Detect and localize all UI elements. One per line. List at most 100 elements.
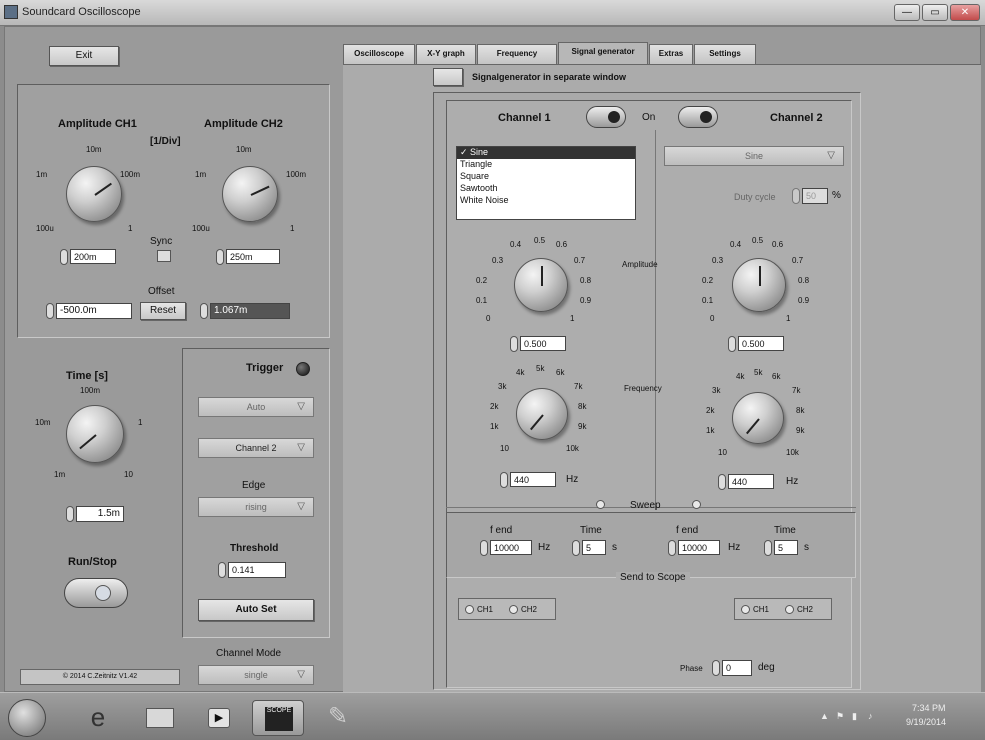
threshold-label: Threshold	[230, 543, 279, 554]
tray-arrow-icon[interactable]: ▲	[820, 711, 829, 721]
channel1-on-toggle[interactable]	[586, 106, 626, 128]
separate-window-button[interactable]	[433, 68, 463, 86]
threshold-input[interactable]: 0.141	[228, 562, 286, 578]
ch2-fend-input[interactable]: 10000	[678, 540, 720, 555]
ch2-time-spinner[interactable]	[764, 540, 772, 556]
internet-explorer-icon[interactable]: e	[72, 700, 124, 736]
time-knob[interactable]	[66, 405, 124, 463]
minimize-button[interactable]: —	[894, 4, 920, 21]
paint-icon[interactable]: ✎	[312, 700, 364, 736]
amp2-scale-0.8: 0.8	[798, 276, 810, 285]
ch1-send-ch2-radio[interactable]	[509, 605, 518, 614]
ch2-amplitude-spinner[interactable]	[216, 249, 224, 265]
edge-dropdown[interactable]: rising ▽	[198, 497, 314, 517]
scope-app-taskbar-button[interactable]: SCOPE	[252, 700, 304, 736]
runstop-button[interactable]	[64, 578, 128, 608]
phase-spinner[interactable]	[712, 660, 720, 676]
time-spinner[interactable]	[66, 506, 74, 522]
f1-scale-3k: 3k	[498, 382, 507, 391]
amplitude-ch1-knob[interactable]	[66, 166, 122, 222]
ch2-hz-label: Hz	[786, 476, 799, 487]
ch2-scale-1m: 1m	[195, 170, 207, 179]
tray-date[interactable]: 9/19/2014	[906, 717, 946, 727]
f1-scale-10: 10	[500, 444, 509, 453]
tab-oscilloscope[interactable]: Oscilloscope	[343, 44, 415, 64]
ch1-frequency-knob[interactable]	[516, 388, 568, 440]
offset-reset-button[interactable]: Reset	[140, 302, 186, 320]
waveform-item-sawtooth[interactable]: Sawtooth	[457, 183, 635, 195]
tray-volume-icon[interactable]: ♪	[868, 711, 873, 721]
tab-signal-generator[interactable]: Signal generator	[558, 42, 648, 64]
offset-ch1-input[interactable]: -500.0m	[56, 303, 132, 319]
ch2-amp-spinner[interactable]	[728, 336, 736, 352]
time-input[interactable]: 1.5m	[76, 506, 124, 522]
autoset-button[interactable]: Auto Set	[198, 599, 314, 621]
amp1-scale-0.4: 0.4	[510, 240, 522, 249]
ch1-freq-spinner[interactable]	[500, 472, 508, 488]
ch1-fend-input[interactable]: 10000	[490, 540, 532, 555]
ch2-send-ch2-radio[interactable]	[785, 605, 794, 614]
ch1-freq-input[interactable]: 440	[510, 472, 556, 487]
offset-ch2-spinner[interactable]	[200, 303, 208, 319]
start-button[interactable]	[8, 699, 46, 737]
tab-xy-graph[interactable]: X-Y graph	[416, 44, 476, 64]
waveform-item-square[interactable]: Square	[457, 171, 635, 183]
ch2-fend-hz: Hz	[728, 542, 741, 553]
channel-mode-dropdown[interactable]: single ▽	[198, 665, 314, 685]
waveform-item-triangle[interactable]: Triangle	[457, 159, 635, 171]
ch1-amplitude-knob[interactable]	[514, 258, 568, 312]
ch1-amplitude-input[interactable]: 200m	[70, 249, 116, 264]
ch2-freq-spinner[interactable]	[718, 474, 726, 490]
ch2-sweep-radio[interactable]	[692, 500, 701, 509]
close-button[interactable]: ✕	[950, 4, 980, 21]
trigger-source-dropdown[interactable]: Channel 2 ▽	[198, 438, 314, 458]
ch1-sweep-radio[interactable]	[596, 500, 605, 509]
ch2-amplitude-input[interactable]: 250m	[226, 249, 280, 264]
tab-settings[interactable]: Settings	[694, 44, 756, 64]
file-explorer-icon[interactable]	[134, 700, 186, 736]
ch2-amplitude-knob[interactable]	[732, 258, 786, 312]
ch1-time-spinner[interactable]	[572, 540, 580, 556]
ch2-waveform-dropdown[interactable]: Sine ▽	[664, 146, 844, 166]
amp1-scale-0.6: 0.6	[556, 240, 568, 249]
tray-flag-icon[interactable]: ⚑	[836, 711, 844, 722]
ch1-amp-spinner[interactable]	[510, 336, 518, 352]
offset-ch1-spinner[interactable]	[46, 303, 54, 319]
ch2-send-ch1-radio[interactable]	[741, 605, 750, 614]
ch1-send-ch1-radio[interactable]	[465, 605, 474, 614]
phase-input[interactable]: 0	[722, 660, 752, 676]
trigger-title: Trigger	[246, 362, 284, 374]
threshold-spinner[interactable]	[218, 562, 226, 578]
exit-button[interactable]: Exit	[49, 46, 119, 66]
window-title: Soundcard Oscilloscope	[22, 6, 141, 18]
tab-extras[interactable]: Extras	[649, 44, 693, 64]
app-icon	[4, 5, 18, 19]
ch2-freq-input[interactable]: 440	[728, 474, 774, 489]
amplitude-ch2-knob[interactable]	[222, 166, 278, 222]
waveform-item-white-noise[interactable]: White Noise	[457, 195, 635, 207]
ch1-time-input[interactable]: 5	[582, 540, 606, 555]
offset-ch2-display: 1.067m	[210, 303, 290, 319]
maximize-button[interactable]: ▭	[922, 4, 948, 21]
ch2-fend-spinner[interactable]	[668, 540, 676, 556]
ch1-scale-100u: 100u	[36, 224, 54, 233]
ch2-amp-input[interactable]: 0.500	[738, 336, 784, 351]
trigger-mode-dropdown[interactable]: Auto ▽	[198, 397, 314, 417]
sync-checkbox[interactable]	[157, 250, 171, 262]
tray-time[interactable]: 7:34 PM	[912, 703, 946, 713]
ch1-fend-spinner[interactable]	[480, 540, 488, 556]
ch2-frequency-knob[interactable]	[732, 392, 784, 444]
amp2-scale-0.7: 0.7	[792, 256, 804, 265]
waveform-item-sine[interactable]: ✓ Sine	[457, 147, 635, 159]
channel2-on-toggle[interactable]	[678, 106, 718, 128]
tab-frequency[interactable]: Frequency	[477, 44, 557, 64]
ch2-time-input[interactable]: 5	[774, 540, 798, 555]
ch1-waveform-list[interactable]: ✓ Sine Triangle Square Sawtooth White No…	[456, 146, 636, 220]
folder-shape	[146, 708, 174, 728]
ch2-scale-1: 1	[290, 224, 295, 233]
ch1-amplitude-spinner[interactable]	[60, 249, 68, 265]
taskbar: e ▶ SCOPE ✎ ▲ ⚑ ▮ ♪ 7:34 PM 9/19/2014	[0, 692, 985, 740]
tray-network-icon[interactable]: ▮	[852, 711, 857, 722]
ch1-amp-input[interactable]: 0.500	[520, 336, 566, 351]
media-player-icon[interactable]: ▶	[194, 700, 246, 736]
